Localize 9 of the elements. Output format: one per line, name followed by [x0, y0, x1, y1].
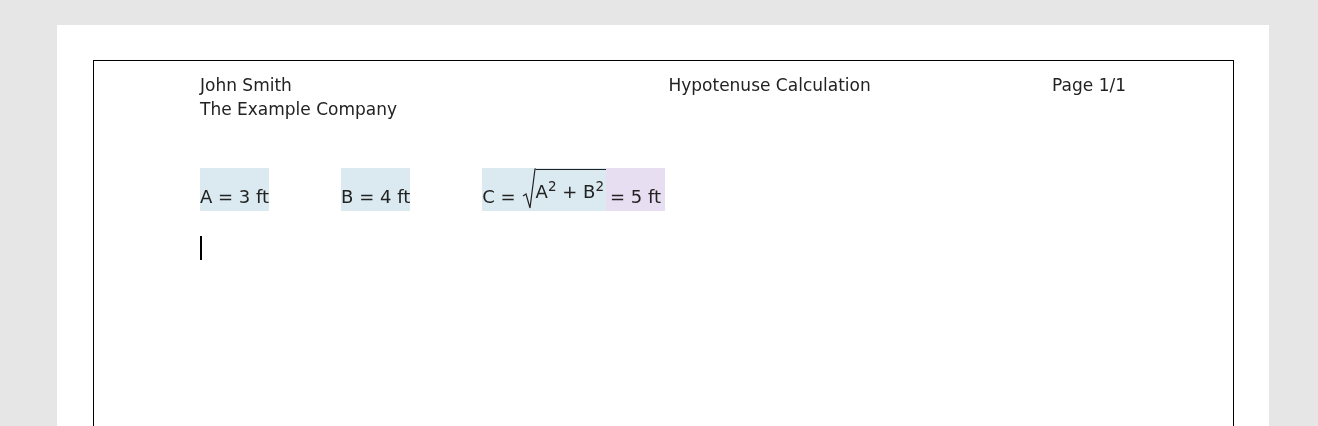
math-expression: A = 3 ft	[200, 168, 270, 211]
document-title: Hypotenuse Calculation	[668, 74, 871, 97]
page-number: Page 1/1	[1052, 74, 1126, 97]
square-root-icon	[521, 168, 536, 209]
math-result: = 5 ft	[606, 168, 666, 211]
math-expression-label: C =	[482, 185, 516, 209]
author-name: John Smith	[200, 74, 293, 97]
company-name: The Example Company	[200, 98, 398, 121]
math-expression: B = 4 ft	[341, 168, 411, 211]
